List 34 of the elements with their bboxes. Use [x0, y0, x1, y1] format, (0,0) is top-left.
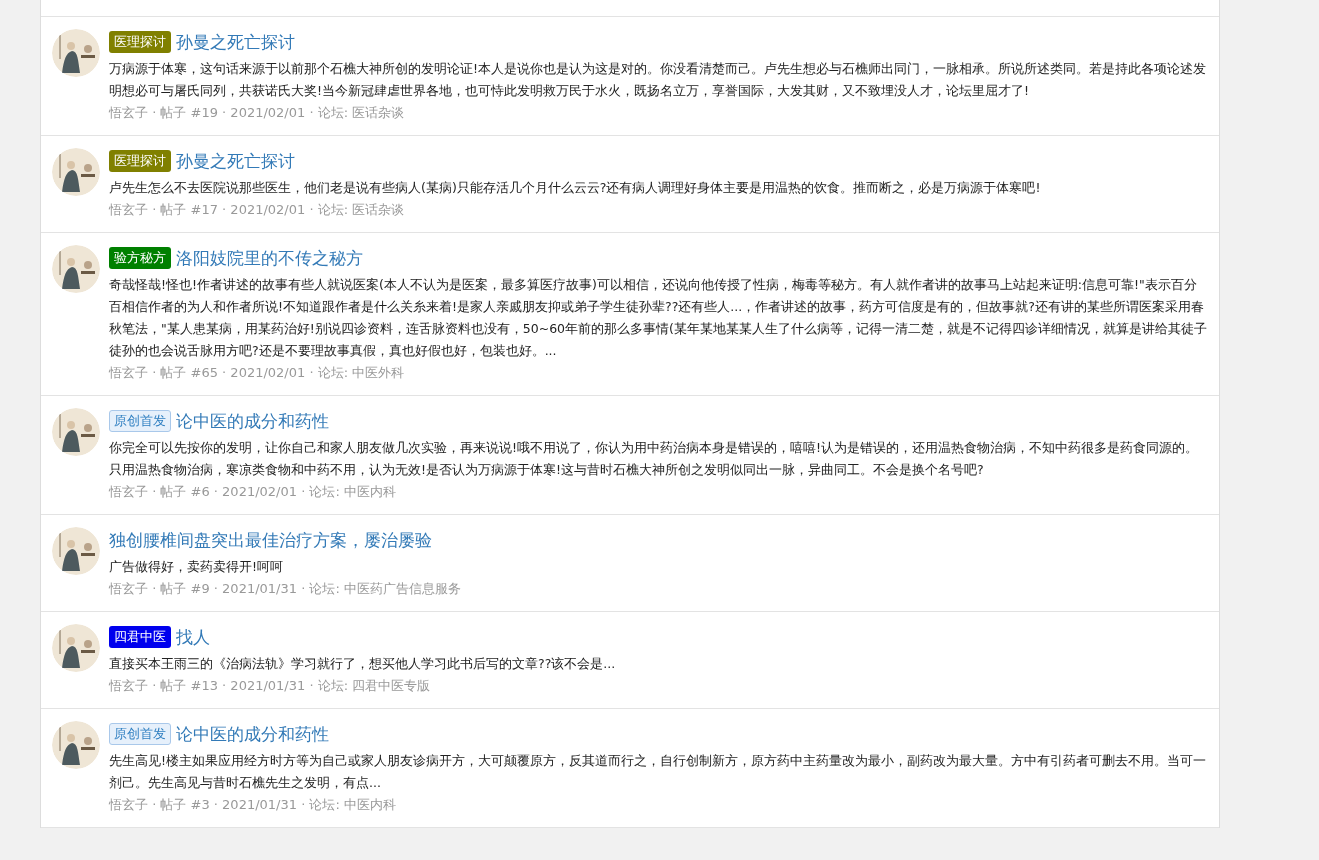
- category-tag[interactable]: 医理探讨: [109, 150, 171, 172]
- category-tag[interactable]: 四君中医: [109, 626, 171, 648]
- post-title-link[interactable]: 独创腰椎间盘突出最佳治疗方案，屡治屡验: [109, 528, 432, 552]
- post-excerpt: 先生高见!楼主如果应用经方时方等为自己或家人朋友诊病开方，大可颠覆原方，反其道而行之，自行创制新方，原方药中主药量改为最小，副药改为最大量。方中有引药者可删去不用。当可一剂己。先生高见与昔时石樵先生之发明，有点...: [109, 752, 1207, 792]
- post-excerpt: 广告做得好，卖药卖得开!呵呵: [109, 558, 284, 576]
- post-meta: 悟玄子 · 帖子 #3 · 2021/01/31 · 论坛: 中医内科: [109, 796, 397, 814]
- post-meta: 悟玄子 · 帖子 #13 · 2021/01/31 · 论坛: 四君中医专版: [109, 677, 432, 695]
- post-title-link[interactable]: 孙曼之死亡探讨: [176, 30, 295, 54]
- post-meta: 悟玄子 · 帖子 #9 · 2021/01/31 · 论坛: 中医药广告信息服务: [109, 580, 462, 598]
- avatar-drawing: [52, 148, 100, 196]
- post-title-link[interactable]: 论中医的成分和药性: [176, 722, 329, 746]
- post-title-link[interactable]: 论中医的成分和药性: [176, 409, 329, 433]
- category-tag[interactable]: 原创首发: [109, 410, 171, 432]
- post-title-link[interactable]: 洛阳妓院里的不传之秘方: [176, 246, 363, 270]
- category-tag[interactable]: 原创首发: [109, 723, 171, 745]
- avatar-drawing: [52, 408, 100, 456]
- avatar-drawing: [52, 721, 100, 769]
- category-tag[interactable]: 医理探讨: [109, 31, 171, 53]
- avatar-drawing: [52, 624, 100, 672]
- avatar-drawing: [52, 245, 100, 293]
- post-excerpt: 万病源于体寒，这句话来源于以前那个石樵大神所创的发明论证!本人是说你也是认为这是对的。你没看清楚而己。卢先生想必与石樵师出同门，一脉相承。所说所述类同。若是持此各项论述发明想必可与屠氏同列，共获诺氏大奖!当今新冠肆虐世界各地，也可恃此发明救万民于水火，既扬名立万，享誉国际，大发其财，又不致埋没人才，论坛里屈才了!: [109, 60, 1207, 100]
- post-excerpt: 卢先生怎么不去医院说那些医生，他们老是说有些病人(某病)只能存活几个月什么云云?还有病人调理好身体主要是用温热的饮食。推而断之，必是万病源于体寒吧!: [109, 179, 1042, 197]
- post-excerpt: 你完全可以先按你的发明，让你自己和家人朋友做几次实验，再来说说!哦不用说了，你认为用中药治病本身是错误的，嘻嘻!认为是错误的，还用温热食物治病，不知中药很多是药食同源的。只用温热食物治病，寒凉类食物和中药不用，认为无效!是否认为万病源于体寒!这与昔时石樵大神所创之发明似同出一脉，异曲同工。不会是换个名号吧?: [109, 439, 1200, 479]
- avatar-drawing: [52, 29, 100, 77]
- post-title-link[interactable]: 孙曼之死亡探讨: [176, 149, 295, 173]
- post-title-link[interactable]: 找人: [176, 625, 210, 649]
- post-meta: 悟玄子 · 帖子 #17 · 2021/02/01 · 论坛: 医话杂谈: [109, 201, 406, 219]
- post-excerpt: 直接买本王雨三的《治病法轨》学习就行了，想买他人学习此书后写的文章??该不会是...: [109, 655, 617, 673]
- category-tag[interactable]: 验方秘方: [109, 247, 171, 269]
- post-excerpt: 奇哉怪哉!怪也!作者讲述的故事有些人就说医案(本人不认为是医案，最多算医疗故事)可以相信，还说向他传授了性病，梅毒等秘方。有人就作者讲的故事马上站起来证明:信息可靠!"表示百分百相信作者的为人和作者所说!不知道跟作者是什么关糸来着!是家人亲戚朋友抑或弟子学生徒孙辈??还有些人...，作者讲述的故事，药方可信度是有的，但故事就?还有讲的某些所谓医案采用春秋笔法，"某人患某病，用某药治好!别说四诊资料，连舌脉资料也没有，50~60年前的那么多事情(某年某地某某人生了什么病等，记得一清二楚，就是不记得四诊详细情况，就算是讲给其徒子徒孙的也会说舌脉用方吧?还是不要理故事真假，真也好假也好，包装也好。...: [109, 276, 1208, 360]
- avatar-drawing: [52, 527, 100, 575]
- post-meta: 悟玄子 · 帖子 #65 · 2021/02/01 · 论坛: 中医外科: [109, 364, 406, 382]
- post-meta: 悟玄子 · 帖子 #6 · 2021/02/01 · 论坛: 中医内科: [109, 483, 397, 501]
- post-meta: 悟玄子 · 帖子 #19 · 2021/02/01 · 论坛: 医话杂谈: [109, 104, 406, 122]
